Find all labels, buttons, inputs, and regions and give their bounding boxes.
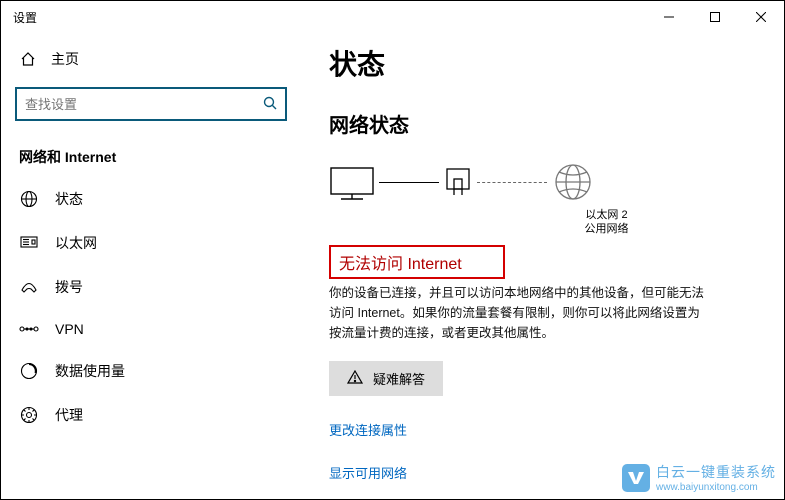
troubleshoot-label: 疑难解答 [373, 369, 425, 388]
nav-dialup[interactable]: 拨号 [15, 265, 287, 309]
nav-label: VPN [55, 321, 84, 337]
data-usage-icon [19, 362, 39, 380]
watermark-text: 白云一键重装系统 [656, 462, 776, 482]
dialup-icon [19, 280, 39, 294]
network-diagram [329, 160, 764, 204]
search-icon [263, 96, 277, 113]
globe-large-icon [551, 160, 595, 204]
nav-proxy[interactable]: 代理 [15, 393, 287, 437]
search-input-wrap[interactable] [15, 87, 287, 121]
page-title: 状态 [329, 43, 764, 83]
nav-label: 数据使用量 [55, 361, 125, 381]
nav-ethernet[interactable]: 以太网 [15, 221, 287, 265]
nav-status[interactable]: 状态 [15, 177, 287, 221]
nav-label: 拨号 [55, 277, 83, 297]
error-title: 无法访问 Internet [339, 250, 462, 274]
home-nav[interactable]: 主页 [15, 41, 287, 77]
warning-icon [347, 370, 363, 387]
ethernet-icon [19, 236, 39, 250]
window-title: 设置 [13, 9, 646, 26]
proxy-icon [19, 406, 39, 424]
change-properties-link[interactable]: 更改连接属性 [329, 420, 764, 439]
minimize-button[interactable] [646, 1, 692, 33]
vpn-icon [19, 323, 39, 335]
nav-vpn[interactable]: VPN [15, 309, 287, 349]
section-title: 网络状态 [329, 109, 764, 138]
search-input[interactable] [25, 97, 263, 112]
router-icon [443, 165, 473, 200]
troubleshoot-button[interactable]: 疑难解答 [329, 361, 443, 396]
watermark: 白云一键重装系统 www.baiyunxitong.com [622, 462, 776, 493]
sidebar-section: 网络和 Internet [19, 147, 287, 167]
nav-data-usage[interactable]: 数据使用量 [15, 349, 287, 393]
home-icon [19, 51, 37, 67]
maximize-button[interactable] [692, 1, 738, 33]
watermark-url: www.baiyunxitong.com [656, 482, 776, 493]
watermark-icon [622, 464, 650, 492]
error-description: 你的设备已连接，并且可以访问本地网络中的其他设备，但可能无法访问 Interne… [329, 283, 709, 343]
nav-label: 状态 [55, 189, 83, 209]
nav-label: 以太网 [55, 233, 97, 253]
error-highlight: 无法访问 Internet [329, 245, 505, 279]
nav-label: 代理 [55, 405, 83, 425]
adapter-label: 以太网 2 公用网络 [449, 208, 764, 237]
globe-icon [19, 190, 39, 208]
home-label: 主页 [51, 49, 79, 69]
pc-icon [329, 166, 375, 198]
close-button[interactable] [738, 1, 784, 33]
